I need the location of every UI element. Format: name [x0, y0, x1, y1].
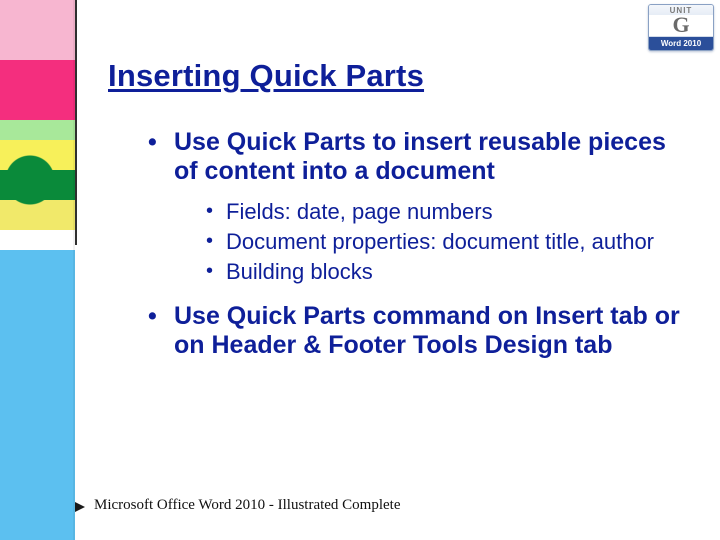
bullet-list-level2: Fields: date, page numbers Document prop…: [174, 199, 685, 286]
list-item: Fields: date, page numbers: [206, 199, 685, 225]
vertical-rule: [75, 0, 77, 245]
footer-arrow-icon: [75, 502, 85, 512]
list-item: Use Quick Parts to insert reusable piece…: [148, 128, 685, 286]
decorative-sidebar-art: [0, 0, 75, 540]
list-item-text: Building blocks: [226, 259, 373, 284]
bullet-list-level1: Use Quick Parts to insert reusable piece…: [108, 128, 685, 360]
list-item: Use Quick Parts command on Insert tab or…: [148, 302, 685, 361]
list-item-text: Use Quick Parts to insert reusable piece…: [174, 128, 666, 185]
slide-content: Inserting Quick Parts Use Quick Parts to…: [80, 0, 715, 540]
list-item-text: Fields: date, page numbers: [226, 199, 493, 224]
list-item: Building blocks: [206, 259, 685, 285]
list-item-text: Use Quick Parts command on Insert tab or…: [174, 302, 680, 359]
slide-title: Inserting Quick Parts: [108, 58, 685, 94]
list-item: Document properties: document title, aut…: [206, 229, 685, 255]
slide-footer: Microsoft Office Word 2010 - Illustrated…: [94, 497, 401, 514]
list-item-text: Document properties: document title, aut…: [226, 229, 654, 254]
